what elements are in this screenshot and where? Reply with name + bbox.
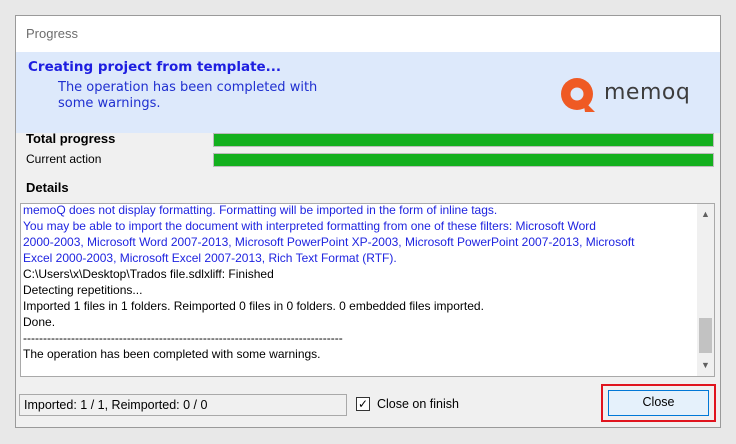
log-line: 2000-2003, Microsoft Word 2007-2013, Mic… (23, 235, 635, 249)
details-label: Details (26, 180, 69, 195)
status-text: Imported: 1 / 1, Reimported: 0 / 0 (24, 398, 208, 412)
log-line: memoQ does not display formatting. Forma… (23, 203, 498, 217)
log-line: Imported 1 files in 1 folders. Reimporte… (23, 299, 484, 313)
memoq-logo-icon (561, 78, 595, 112)
status-field: Imported: 1 / 1, Reimported: 0 / 0 (19, 394, 347, 416)
current-action-bar (213, 153, 714, 167)
log-line: C:\Users\x\Desktop\Trados file.sdlxliff:… (23, 267, 274, 281)
log-line: Excel 2000-2003, Microsoft Excel 2007-20… (23, 251, 397, 265)
memoq-logo: memoq (554, 76, 714, 116)
logo-text: memoq (604, 80, 691, 105)
log-line: The operation has been completed with so… (23, 347, 321, 361)
scroll-up-icon[interactable]: ▲ (697, 206, 714, 223)
total-progress-bar (213, 133, 714, 147)
close-button[interactable]: Close (608, 390, 709, 416)
log-line: Done. (23, 315, 56, 329)
banner-message: The operation has been completed with so… (58, 80, 318, 111)
header-banner: Creating project from template... The op… (16, 52, 720, 133)
close-on-finish-label: Close on finish (377, 397, 459, 411)
total-progress-label: Total progress (26, 131, 116, 146)
scroll-thumb[interactable] (699, 318, 712, 353)
log-line: You may be able to import the document w… (23, 219, 596, 233)
banner-title: Creating project from template... (28, 59, 282, 75)
progress-dialog: Progress Creating project from template.… (15, 15, 721, 428)
window-title: Progress (26, 26, 79, 41)
details-log-lines: memoQ does not display formatting. Forma… (23, 203, 696, 362)
close-on-finish-checkbox[interactable]: ✓ (356, 397, 370, 411)
scroll-down-icon[interactable]: ▼ (697, 357, 714, 374)
title-bar: Progress (16, 16, 720, 52)
log-line: ----------------------------------------… (23, 331, 343, 345)
close-button-highlight: Close (601, 384, 716, 422)
current-action-label: Current action (26, 152, 102, 166)
details-scrollbar[interactable]: ▲ ▼ (697, 204, 714, 376)
details-log[interactable]: memoQ does not display formatting. Forma… (20, 203, 715, 377)
log-line: Detecting repetitions... (23, 283, 143, 297)
